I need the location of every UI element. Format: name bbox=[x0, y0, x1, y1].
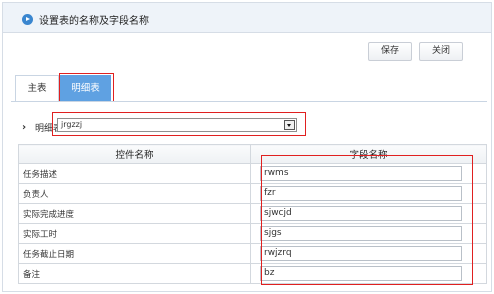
chevron-down-icon[interactable] bbox=[284, 120, 295, 130]
panel-header: 设置表的名称及字段名称 bbox=[3, 3, 491, 33]
field-name-cell: fzr bbox=[250, 183, 487, 204]
field-name-cell: rwjzrq bbox=[250, 243, 487, 264]
close-button[interactable]: 关闭 bbox=[419, 42, 463, 61]
control-name-cell: 实际工时 bbox=[18, 223, 251, 244]
field-mapping-table: 控件名称 字段名称 任务描述 rwms 负责人 fzr 实际完成进度 sjwcj… bbox=[18, 144, 487, 284]
table-row: 实际工时 sjgs bbox=[18, 223, 487, 244]
table-row: 任务描述 rwms bbox=[18, 163, 487, 184]
field-name-cell: rwms bbox=[250, 163, 487, 184]
detail-table-select-value: jrgzzj bbox=[61, 120, 83, 129]
control-name-cell: 负责人 bbox=[18, 183, 251, 204]
field-name-input[interactable]: sjgs bbox=[260, 226, 462, 241]
control-name-cell: 任务截止日期 bbox=[18, 243, 251, 264]
page-title: 设置表的名称及字段名称 bbox=[39, 16, 149, 27]
toolbar: 保存 关闭 bbox=[3, 34, 491, 70]
table-row: 备注 bz bbox=[18, 263, 487, 284]
control-name-cell: 实际完成进度 bbox=[18, 203, 251, 224]
field-name-input[interactable]: rwms bbox=[260, 166, 462, 181]
table-row: 实际完成进度 sjwcjd bbox=[18, 203, 487, 224]
column-header-control-name: 控件名称 bbox=[18, 144, 251, 164]
control-name-cell: 任务描述 bbox=[18, 163, 251, 184]
field-name-cell: bz bbox=[250, 263, 487, 284]
field-name-input[interactable]: rwjzrq bbox=[260, 246, 462, 261]
control-name-cell: 备注 bbox=[18, 263, 251, 284]
field-name-input[interactable]: sjwcjd bbox=[260, 206, 462, 221]
tab-main-table[interactable]: 主表 bbox=[15, 75, 59, 101]
table-row: 负责人 fzr bbox=[18, 183, 487, 204]
table-row: 任务截止日期 rwjzrq bbox=[18, 243, 487, 264]
column-header-field-name: 字段名称 bbox=[250, 144, 487, 164]
save-button[interactable]: 保存 bbox=[368, 42, 412, 61]
detail-table-select[interactable]: jrgzzj bbox=[57, 118, 297, 132]
field-name-input[interactable]: bz bbox=[260, 266, 462, 281]
field-name-cell: sjgs bbox=[250, 223, 487, 244]
table-header-row: 控件名称 字段名称 bbox=[18, 144, 487, 164]
chevron-right-icon: › bbox=[22, 122, 27, 133]
tab-divider bbox=[11, 101, 487, 102]
tab-detail-table[interactable]: 明细表 bbox=[60, 75, 111, 101]
field-name-input[interactable]: fzr bbox=[260, 186, 462, 201]
settings-panel: 设置表的名称及字段名称 保存 关闭 主表 明细表 › 明细表 jrgzzj 控件… bbox=[2, 2, 492, 292]
field-name-cell: sjwcjd bbox=[250, 203, 487, 224]
play-circle-icon bbox=[22, 14, 33, 25]
